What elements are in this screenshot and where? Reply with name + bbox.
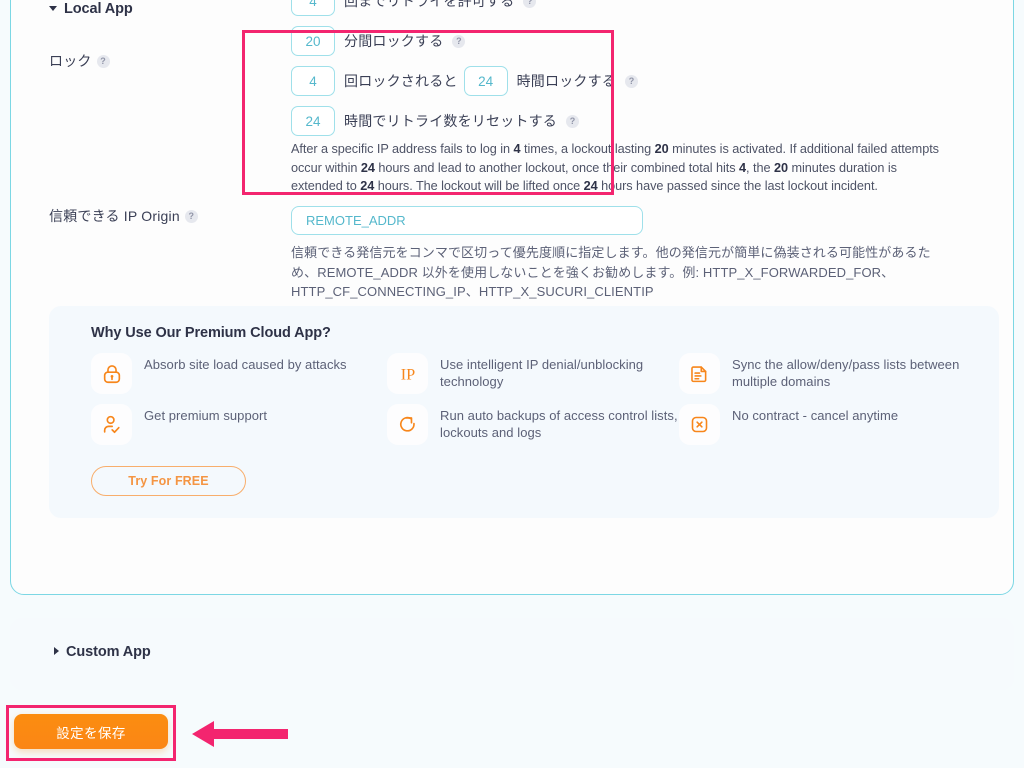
lock-row-escalation: 回ロックされると 時間ロックする ? <box>291 66 639 96</box>
lock-minutes-input[interactable] <box>291 26 335 56</box>
benefit-label: Use intelligent IP denial/unblocking tec… <box>440 357 644 389</box>
custom-app-title: Custom App <box>66 644 151 660</box>
lock-row-reset: 時間でリトライ数をリセットする ? <box>291 106 638 136</box>
backup-arrow-icon <box>387 404 428 445</box>
premium-promo-panel: Why Use Our Premium Cloud App? Absorb si… <box>49 306 999 518</box>
try-for-free-button[interactable]: Try For FREE <box>91 466 246 496</box>
benefit-label: No contract - cancel anytime <box>732 408 899 423</box>
ip-origin-help-icon[interactable]: ? <box>184 210 198 223</box>
caret-right-icon <box>54 647 59 655</box>
local-app-panel: Local App ロック? 回までリトライを許可する ? 分間ロックする ? … <box>10 0 1014 595</box>
lock-row-retries: 回までリトライを許可する ? <box>291 0 638 16</box>
retries-help-icon[interactable]: ? <box>523 0 537 8</box>
escalation-help-icon[interactable]: ? <box>625 74 639 88</box>
extended-hours-label: 時間ロックする <box>516 73 617 89</box>
save-settings-button[interactable]: 設定を保存 <box>14 714 168 749</box>
benefit-label: Absorb site load caused by attacks <box>144 357 347 372</box>
lock-minutes-label: 分間ロックする <box>344 33 444 49</box>
svg-text:IP: IP <box>400 365 414 383</box>
ip-origin-description: 信頼できる発信元をコンマで区切って優先度順に指定します。他の発信元が簡単に偽装さ… <box>291 245 931 299</box>
reset-hours-input[interactable] <box>291 106 335 136</box>
benefit-item: Get premium support <box>91 404 387 454</box>
custom-app-panel: Custom App <box>10 618 1014 690</box>
local-app-title: Local App <box>64 1 133 17</box>
ip-origin-input[interactable] <box>291 206 643 235</box>
ip-origin-label: 信頼できる IP Origin? <box>49 206 198 226</box>
lock-minutes-help-icon[interactable]: ? <box>452 34 466 48</box>
left-arrow-annotation <box>192 721 288 747</box>
benefit-item: Sync the allow/deny/pass lists between m… <box>679 353 971 403</box>
document-sync-icon <box>679 353 720 394</box>
lock-help-icon[interactable]: ? <box>96 55 110 68</box>
reset-hours-label: 時間でリトライ数をリセットする <box>344 113 557 129</box>
benefit-label: Sync the allow/deny/pass lists between m… <box>732 357 960 389</box>
lock-icon <box>91 353 132 394</box>
benefit-item: Run auto backups of access control lists… <box>387 404 679 454</box>
ip-icon: IP <box>387 353 428 394</box>
local-app-section-header[interactable]: Local App <box>49 1 133 17</box>
extended-hours-input[interactable] <box>463 66 508 96</box>
lock-description: After a specific IP address fails to log… <box>291 142 939 193</box>
retries-label: 回までリトライを許可する <box>344 0 515 9</box>
benefit-item: Absorb site load caused by attacks <box>91 353 387 403</box>
caret-down-icon <box>49 6 57 11</box>
benefit-label: Run auto backups of access control lists… <box>440 408 678 440</box>
premium-title: Why Use Our Premium Cloud App? <box>91 325 331 341</box>
lock-count-label: 回ロックされると <box>344 73 458 89</box>
lock-label: ロック? <box>49 51 110 71</box>
premium-benefits-grid: Absorb site load caused by attacks IP Us… <box>91 353 971 454</box>
user-check-icon <box>91 404 132 445</box>
retries-input[interactable] <box>291 0 335 16</box>
benefit-item: IP Use intelligent IP denial/unblocking … <box>387 353 679 403</box>
lock-fields-group: 回までリトライを許可する ? 分間ロックする ? 回ロックされると 時間ロックす… <box>291 0 639 146</box>
benefit-item: No contract - cancel anytime <box>679 404 971 454</box>
lock-count-input[interactable] <box>291 66 335 96</box>
reset-help-icon[interactable]: ? <box>566 114 579 128</box>
benefit-label: Get premium support <box>144 408 268 423</box>
custom-app-section-header[interactable]: Custom App <box>54 644 151 660</box>
lock-row-duration: 分間ロックする ? <box>291 26 638 56</box>
cancel-box-icon <box>679 404 720 445</box>
